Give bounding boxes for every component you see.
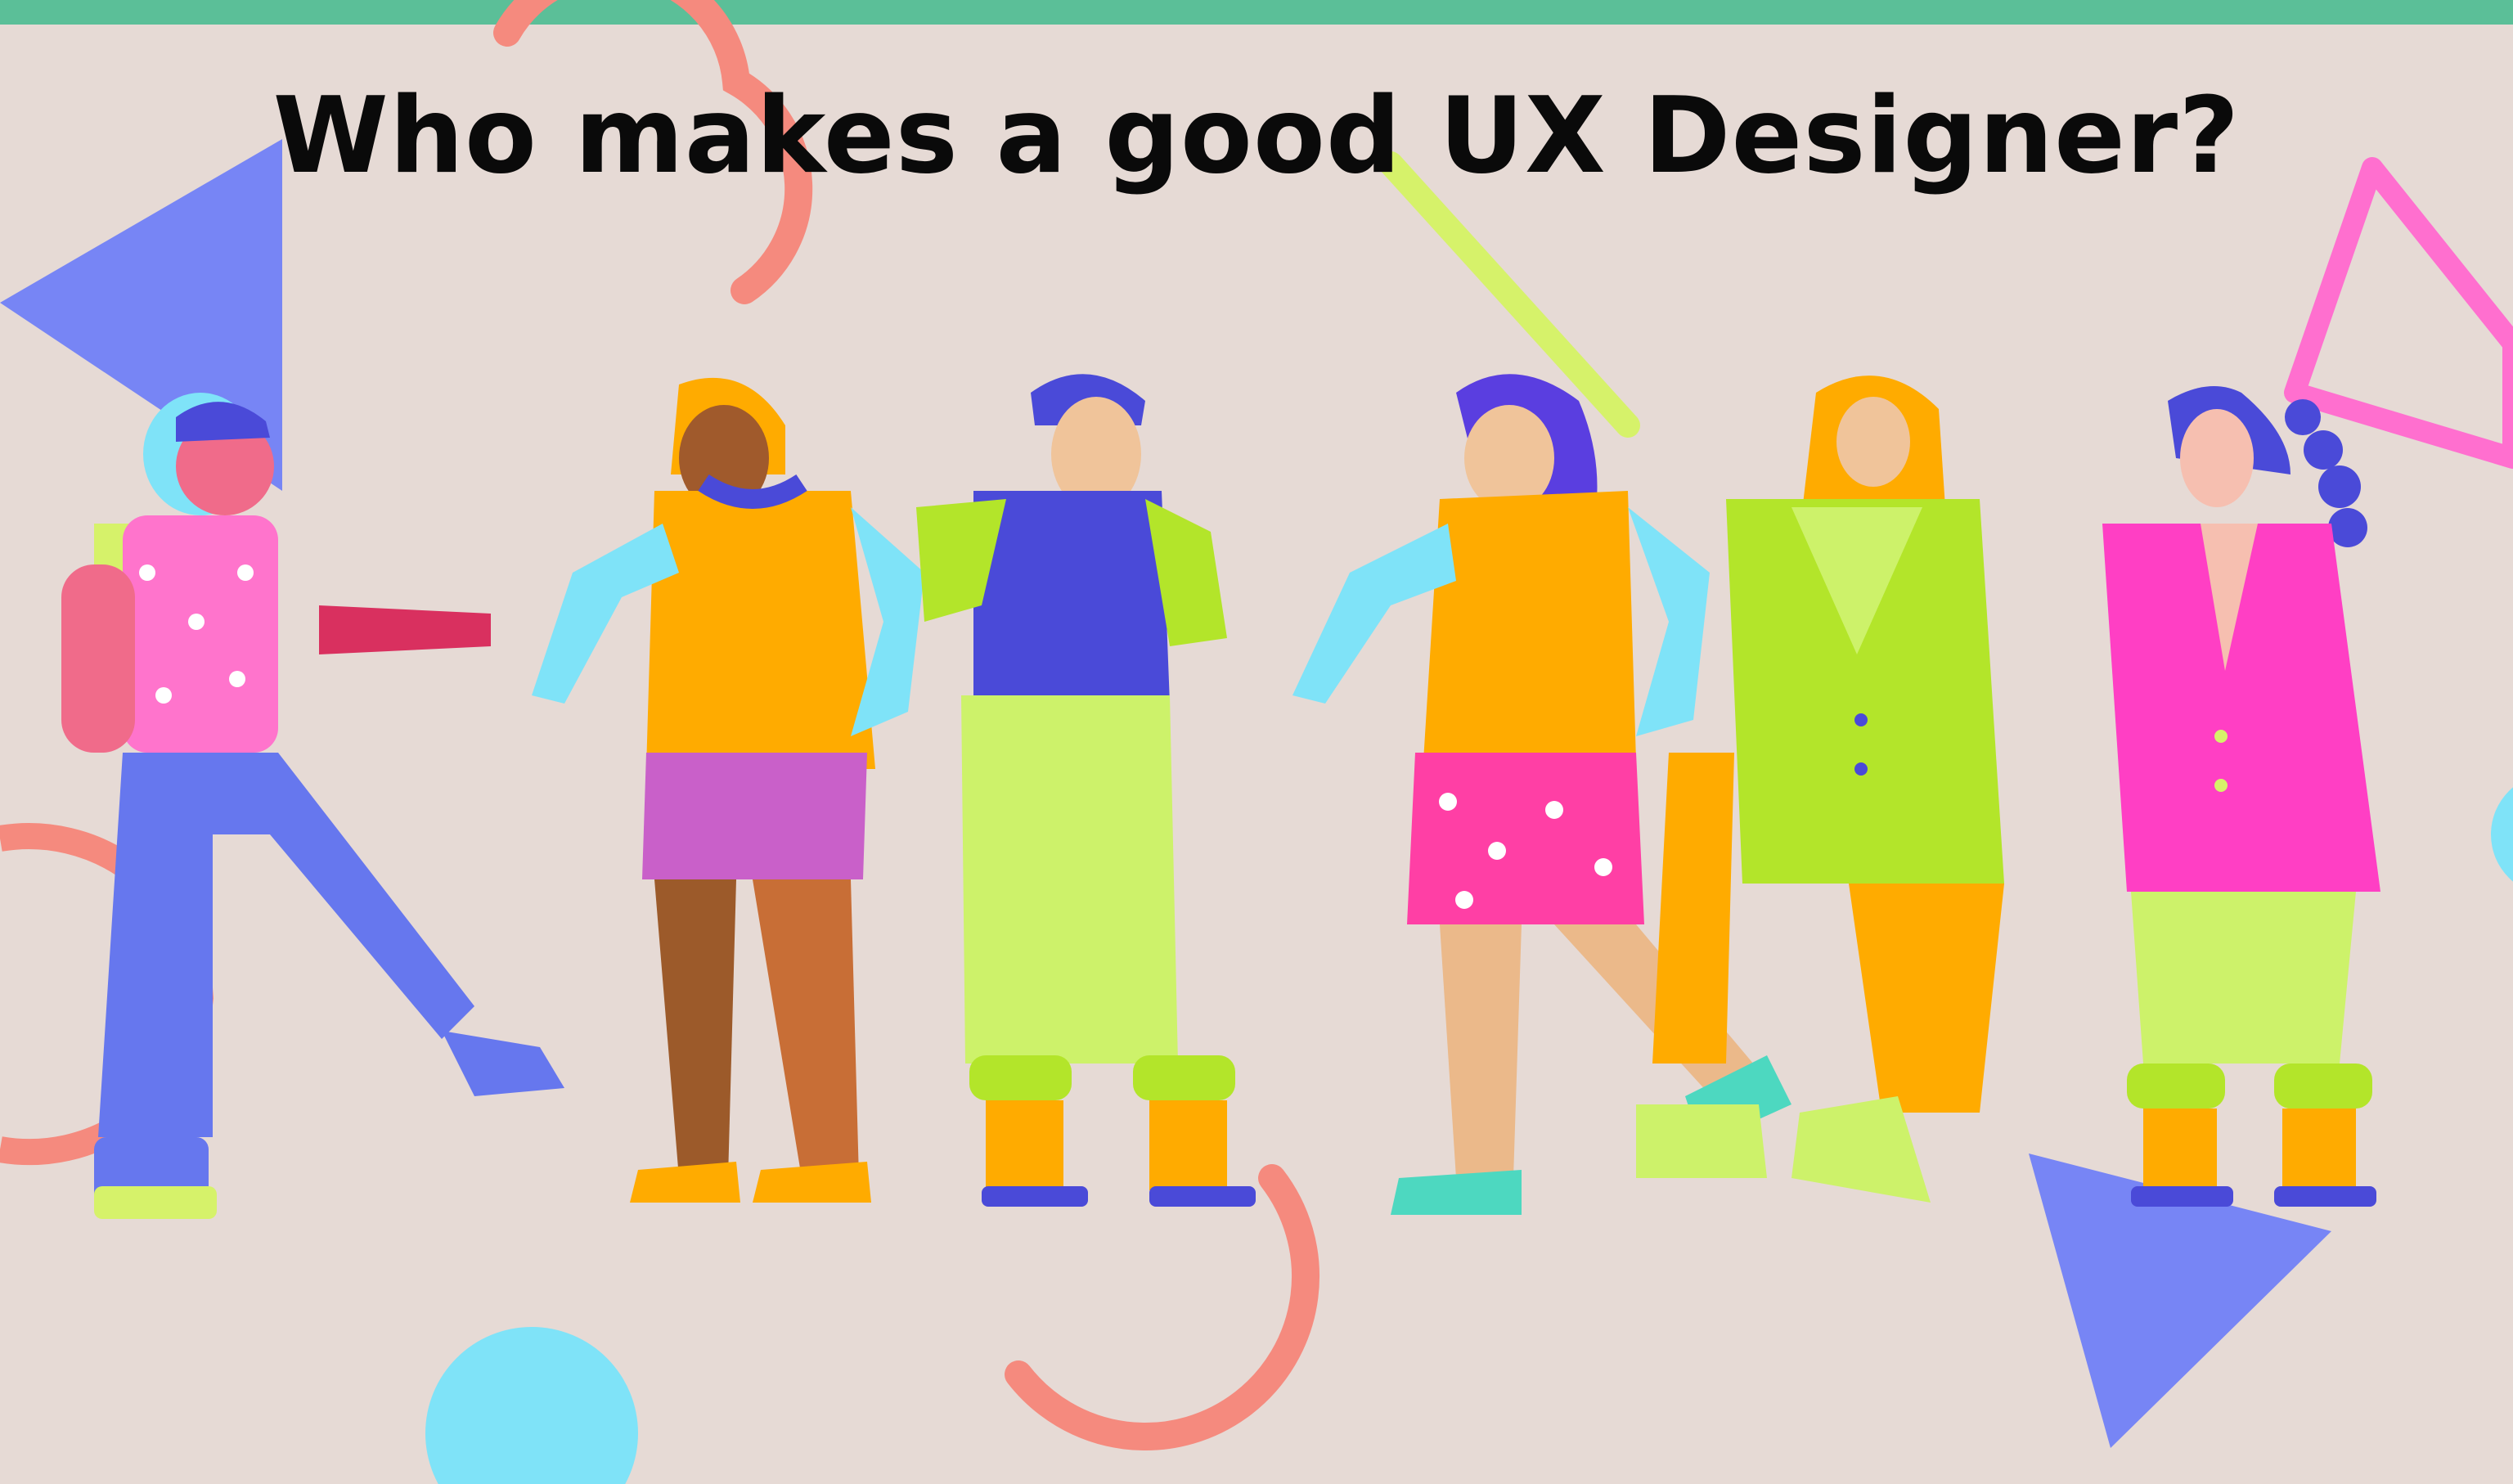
figure-cap-floral-vest [61,393,564,1219]
pink-outline-triangle [2284,157,2513,469]
coral-arc-bottom [1005,1164,1320,1450]
figure-orange-top-purple-shorts [532,377,924,1203]
cyan-circle-right [2491,787,2513,882]
page-title: Who makes a good UX Designer? [272,75,2241,197]
figure-pink-blazer [2102,386,2380,1207]
figure-hijab-green-blazer [1636,375,2004,1203]
figure-beret-varsity-shirt [916,374,1256,1207]
cyan-circle-bottom [425,1327,638,1484]
background-decorations [0,0,2513,1484]
slide-canvas: Who makes a good UX Designer? [0,0,2513,1484]
